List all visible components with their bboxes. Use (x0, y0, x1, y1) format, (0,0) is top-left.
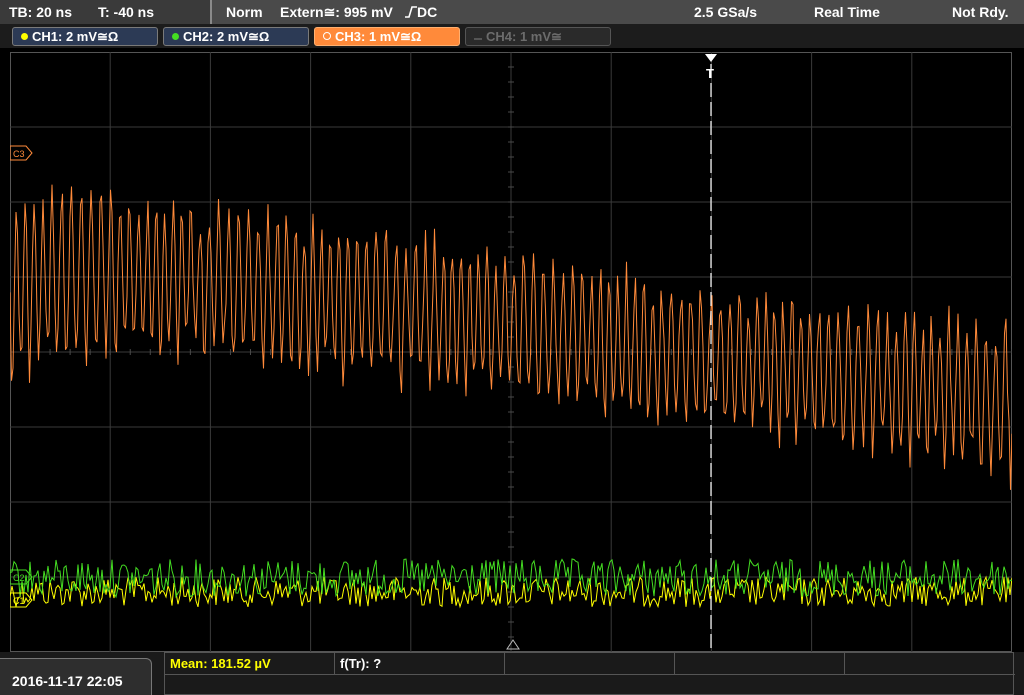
status-bar: TB: 20 ns T: -40 ns Norm Extern≅: 995 mV… (0, 0, 1024, 24)
channel-4-label: CH4: 1 mV≅ (486, 29, 562, 44)
channel-2-label: CH2: 2 mV≅Ω (183, 29, 270, 44)
channel-4-dash-icon (474, 38, 482, 40)
channel-1-button[interactable]: CH1: 2 mV≅Ω (12, 27, 158, 46)
meas-divider (165, 674, 1015, 675)
trigger-time-readout[interactable]: T: -40 ns (98, 4, 154, 20)
measurement-panel[interactable] (164, 652, 1015, 695)
trigger-state: Not Rdy. (952, 4, 1009, 20)
sample-rate[interactable]: 2.5 GSa/s (694, 4, 757, 20)
channel-2-button[interactable]: CH2: 2 mV≅Ω (163, 27, 309, 46)
ch3-level-marker[interactable]: C3 (10, 145, 33, 161)
timebase-readout[interactable]: TB: 20 ns (9, 4, 72, 20)
ch1-level-marker[interactable]: C1 (10, 592, 33, 608)
level-markers[interactable]: C3 C2 C1 (10, 145, 33, 608)
ch3-marker-label: C3 (13, 149, 25, 159)
channel-4-button[interactable]: CH4: 1 mV≅ (465, 27, 611, 46)
channel-3-label: CH3: 1 mV≅Ω (335, 29, 422, 44)
acquisition-mode[interactable]: Real Time (814, 4, 880, 20)
ch2-marker-label: C2 (13, 573, 25, 583)
trigger-marker-label: T (706, 66, 714, 81)
measurement-rise-freq[interactable]: f(Tr): ? (340, 656, 381, 671)
meas-cell (675, 653, 845, 674)
meas-cell (505, 653, 675, 674)
trigger-mode[interactable]: Norm (226, 4, 263, 20)
channel-1-dot-icon (21, 33, 28, 40)
trigger-coupling[interactable]: DC (405, 4, 437, 20)
channel-bar: CH1: 2 mV≅Ω CH2: 2 mV≅Ω CH3: 1 mV≅Ω CH4:… (0, 24, 1024, 48)
channel-2-dot-icon (172, 33, 179, 40)
waveform-display[interactable]: C3 C2 C1 T (10, 52, 1012, 652)
trigger-coupling-label: DC (417, 4, 438, 20)
center-marker-icon (506, 639, 520, 650)
datetime: 2016-11-17 22:05 (12, 673, 123, 689)
trigger-position-marker[interactable]: T (705, 54, 717, 652)
rising-edge-icon (405, 6, 417, 18)
channel-3-button[interactable]: CH3: 1 mV≅Ω (314, 27, 460, 46)
trigger-source[interactable]: Extern≅: 995 mV (280, 4, 393, 21)
measurement-mean[interactable]: Mean: 181.52 µV (170, 656, 271, 671)
ch1-marker-label: C1 (13, 596, 25, 606)
channel-3-dot-icon (323, 32, 331, 40)
channel-1-label: CH1: 2 mV≅Ω (32, 29, 119, 44)
